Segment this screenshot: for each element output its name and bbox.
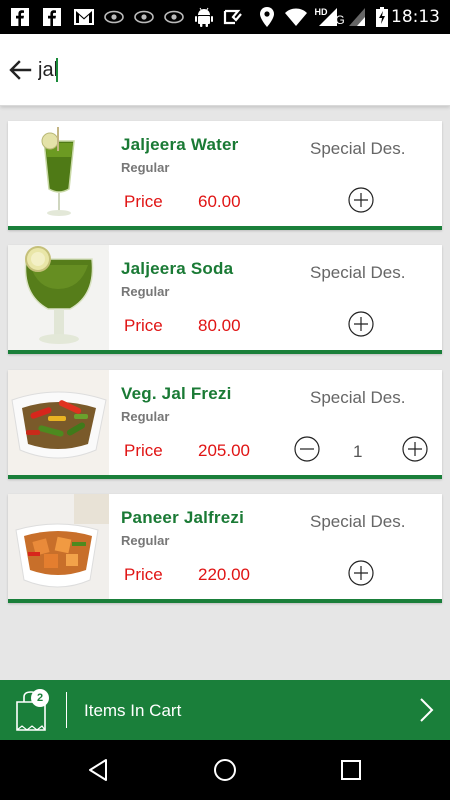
menu-item-card[interactable]: Jaljeera Water Regular Price 60.00 Speci… <box>8 121 442 230</box>
item-variant: Regular <box>121 160 170 175</box>
special-description-link[interactable]: Special Des. <box>310 512 405 532</box>
item-image-jaljeera-water <box>8 121 109 226</box>
status-bar: HD G 18:13 <box>0 0 450 34</box>
chevron-right-icon[interactable] <box>414 696 438 724</box>
price-value: 220.00 <box>198 565 250 584</box>
item-name: Jaljeera Water <box>121 135 239 154</box>
gmail-icon <box>74 7 94 27</box>
facebook-icon <box>10 7 30 27</box>
item-image-paneer-jalfrezi <box>8 494 109 599</box>
menu-item-card[interactable]: Paneer Jalfrezi Regular Price 220.00 Spe… <box>8 494 442 603</box>
network-type-label: G <box>332 10 348 30</box>
home-nav-icon[interactable] <box>212 757 238 783</box>
item-variant: Regular <box>121 533 170 548</box>
android-icon <box>194 7 214 27</box>
price-label: Price <box>124 192 163 211</box>
clock: 18:13 <box>391 7 440 27</box>
recents-nav-icon[interactable] <box>338 757 364 783</box>
item-variant: Regular <box>121 409 170 424</box>
item-image-jaljeera-soda <box>8 245 109 350</box>
quantity-value: 1 <box>353 442 363 461</box>
battery-charging-icon <box>374 7 390 27</box>
price-label: Price <box>124 316 163 335</box>
signal-icon <box>348 7 366 27</box>
add-icon[interactable] <box>402 436 428 462</box>
facebook-icon <box>42 7 62 27</box>
remove-icon[interactable] <box>294 436 320 462</box>
item-name: Paneer Jalfrezi <box>121 508 245 527</box>
special-description-link[interactable]: Special Des. <box>310 263 405 283</box>
back-nav-icon[interactable] <box>86 757 112 783</box>
cart-bar[interactable]: 2 Items In Cart <box>0 680 450 740</box>
item-image-veg-jal-frezi <box>8 370 109 475</box>
add-icon[interactable] <box>348 311 374 337</box>
price-value: 205.00 <box>198 441 250 460</box>
cart-label: Items In Cart <box>84 701 182 720</box>
item-variant: Regular <box>121 284 170 299</box>
price-value: 80.00 <box>198 316 241 335</box>
eye-icon <box>104 7 124 27</box>
check-icon <box>222 7 244 27</box>
price-label: Price <box>124 565 163 584</box>
search-input[interactable] <box>38 56 438 84</box>
price-label: Price <box>124 441 163 460</box>
search-bar <box>0 34 450 106</box>
wifi-icon <box>284 7 308 27</box>
price-value: 60.00 <box>198 192 241 211</box>
item-name: Veg. Jal Frezi <box>121 384 232 403</box>
cart-divider <box>66 692 67 728</box>
special-description-link[interactable]: Special Des. <box>310 388 405 408</box>
add-icon[interactable] <box>348 560 374 586</box>
text-caret <box>56 58 58 82</box>
item-name: Jaljeera Soda <box>121 259 234 278</box>
menu-item-card[interactable]: Veg. Jal Frezi Regular Price 205.00 Spec… <box>8 370 442 479</box>
special-description-link[interactable]: Special Des. <box>310 139 405 159</box>
network-type-text: G <box>335 13 345 27</box>
location-icon <box>258 7 276 27</box>
eye-icon <box>134 7 154 27</box>
back-arrow-icon[interactable] <box>6 56 34 84</box>
add-icon[interactable] <box>348 187 374 213</box>
menu-item-card[interactable]: Jaljeera Soda Regular Price 80.00 Specia… <box>8 245 442 354</box>
navigation-bar <box>0 740 450 800</box>
eye-icon <box>164 7 184 27</box>
cart-count-badge: 2 <box>31 689 49 707</box>
